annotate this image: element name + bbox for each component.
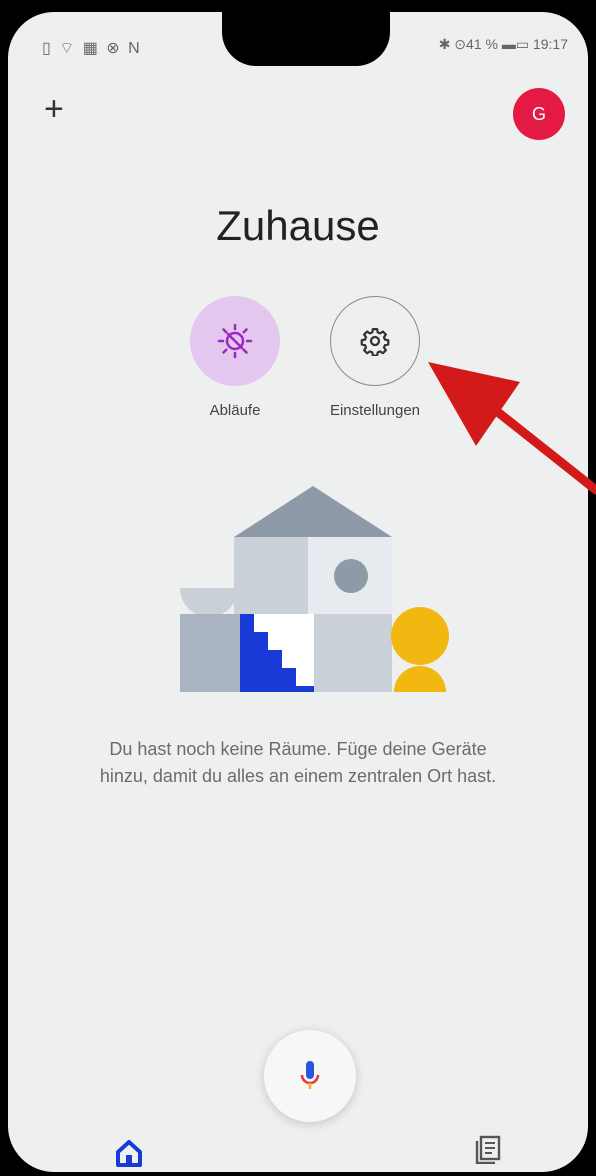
nav-home-tab[interactable] — [114, 1138, 150, 1172]
routine-icon — [190, 296, 280, 386]
routines-label: Abläufe — [209, 402, 261, 419]
empty-state-message: Du hast noch keine Räume. Füge deine Ger… — [99, 739, 497, 786]
app-screen: ▯ ⌔ ▦ ⊗ N ✱ ⊙41 % ▬▭ 19:17 + G Zuhause A… — [8, 12, 588, 1172]
mic-icon — [300, 1061, 320, 1089]
routines-button[interactable]: Abläufe — [160, 296, 310, 419]
settings-button[interactable]: Einstellungen — [300, 296, 450, 419]
mic-button[interactable] — [264, 1030, 356, 1122]
feed-icon — [475, 1135, 501, 1165]
status-bar-left: ▯ ⌔ ▦ ⊗ N — [42, 40, 142, 57]
empty-rooms-illustration — [180, 486, 449, 692]
home-icon — [116, 1140, 142, 1167]
nav-feed-tab[interactable] — [472, 1132, 508, 1168]
gear-icon — [330, 296, 420, 386]
status-bar-right: ✱ ⊙41 % ▬▭ 19:17 — [438, 36, 568, 52]
page-title: Zuhause — [216, 202, 380, 249]
add-button[interactable]: + — [44, 92, 64, 126]
camera-notch — [222, 12, 390, 66]
account-avatar[interactable]: G — [513, 88, 565, 140]
settings-label: Einstellungen — [329, 402, 421, 419]
